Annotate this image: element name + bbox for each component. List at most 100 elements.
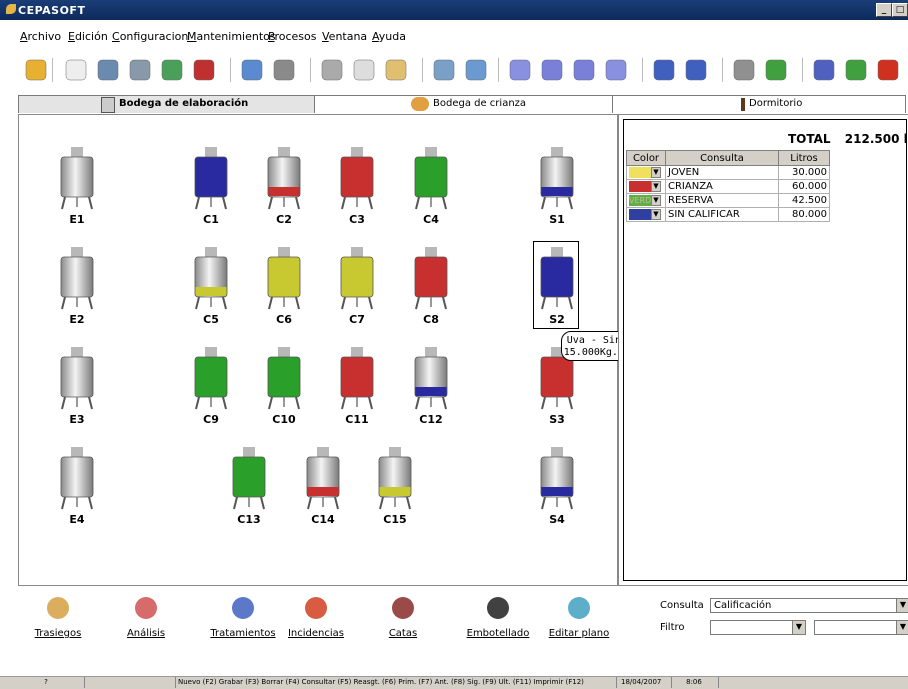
menu-configuracion[interactable]: Configuracion	[112, 30, 188, 43]
sync-icon[interactable]	[238, 56, 266, 84]
tools-icon[interactable]	[730, 56, 758, 84]
delete-icon[interactable]	[190, 56, 218, 84]
chevron-down-icon[interactable]: ▼	[651, 194, 661, 206]
tank-label: C14	[311, 513, 335, 526]
tank-c11[interactable]: C11	[337, 345, 397, 435]
summary-row[interactable]: VERD ▼ RESERVA 42.500	[626, 193, 830, 208]
chevron-down-icon[interactable]: ▼	[651, 166, 661, 178]
tank-c13[interactable]: C13	[229, 445, 289, 535]
tab-label: Bodega de elaboración	[119, 98, 249, 109]
summary-row[interactable]: ▼ CRIANZA 60.000	[626, 179, 830, 194]
tank-e3[interactable]: E3	[57, 345, 117, 435]
consulta-select[interactable]: Calificación	[710, 598, 896, 613]
tank-s2[interactable]: S2	[533, 241, 597, 335]
tank-label: C2	[276, 213, 292, 226]
color-cell[interactable]: VERD ▼	[626, 193, 666, 208]
trasiegos-button[interactable]: Trasiegos	[28, 590, 88, 642]
catas-button[interactable]: Catas	[378, 590, 428, 642]
color-cell[interactable]: ▼	[626, 165, 666, 180]
incidencias-button[interactable]: Incidencias	[286, 590, 346, 642]
chevron-down-icon[interactable]: ▼	[896, 620, 908, 635]
tank-c5[interactable]: C5	[191, 245, 251, 335]
tank-c15[interactable]: C15	[375, 445, 435, 535]
help-icon[interactable]	[810, 56, 838, 84]
prev-icon[interactable]	[538, 56, 566, 84]
last-icon[interactable]	[602, 56, 630, 84]
exit-door-icon[interactable]	[842, 56, 870, 84]
chevron-down-icon[interactable]: ▼	[651, 180, 661, 192]
tank-c4[interactable]: C4	[411, 145, 471, 235]
tank-c6[interactable]: C6	[264, 245, 324, 335]
menu-archivo[interactable]: Archivo	[20, 30, 61, 43]
action-label: Tratamientos	[210, 628, 276, 639]
chevron-down-icon[interactable]: ▼	[792, 620, 806, 635]
embotellado-button[interactable]: Embotellado	[458, 590, 538, 642]
tank-label: C13	[237, 513, 261, 526]
menu-ayuda[interactable]: Ayuda	[372, 30, 406, 43]
tab-dormitorio[interactable]: Dormitorio	[612, 95, 906, 113]
edit-icon[interactable]	[126, 56, 154, 84]
consulta-label: Consulta	[660, 600, 704, 611]
toolbar-separator	[802, 58, 803, 82]
tank-label: C7	[349, 313, 365, 326]
menu-mantenimientos[interactable]: Mantenimientos	[187, 30, 276, 43]
tank-e4[interactable]: E4	[57, 445, 117, 535]
an-lisis-button[interactable]: Análisis	[118, 590, 174, 642]
summary-row[interactable]: ▼ JOVEN 30.000	[626, 165, 830, 180]
print-icon[interactable]	[270, 56, 298, 84]
tank-e1[interactable]: E1	[57, 145, 117, 235]
form-icon[interactable]	[430, 56, 458, 84]
open-folder-icon[interactable]	[22, 56, 50, 84]
color-cell[interactable]: ▼	[626, 207, 666, 222]
filtro-select-2[interactable]	[814, 620, 896, 635]
tank-c3[interactable]: C3	[337, 145, 397, 235]
copy-icon[interactable]	[350, 56, 378, 84]
tank-c1[interactable]: C1	[191, 145, 251, 235]
paste-icon[interactable]	[382, 56, 410, 84]
tank-s4[interactable]: S4	[537, 445, 597, 535]
bottling-icon	[484, 594, 512, 622]
action-label: Trasiegos	[34, 628, 82, 639]
menu-procesos[interactable]: Procesos	[268, 30, 316, 43]
new-page-icon[interactable]	[62, 56, 90, 84]
col-color[interactable]: Color	[626, 150, 666, 166]
tank-c2[interactable]: C2	[264, 145, 324, 235]
cut-icon[interactable]	[318, 56, 346, 84]
chevron-down-icon[interactable]: ▼	[651, 208, 661, 220]
minimize-button[interactable]: _	[876, 3, 892, 17]
tank-c9[interactable]: C9	[191, 345, 251, 435]
sort-desc-icon[interactable]	[682, 56, 710, 84]
maximize-button[interactable]: □	[892, 3, 908, 17]
grid-icon[interactable]	[462, 56, 490, 84]
edit-plan-icon	[565, 594, 593, 622]
col-consulta[interactable]: Consulta	[665, 150, 779, 166]
color-cell[interactable]: ▼	[626, 179, 666, 194]
menu-ventana[interactable]: Ventana	[322, 30, 367, 43]
tank-c7[interactable]: C7	[337, 245, 397, 335]
power-icon[interactable]	[874, 56, 902, 84]
status-cell-2	[85, 677, 176, 688]
summary-row[interactable]: ▼ SIN CALIFICAR 80.000	[626, 207, 830, 222]
col-litros[interactable]: Litros	[778, 150, 830, 166]
search-icon[interactable]	[94, 56, 122, 84]
first-icon[interactable]	[506, 56, 534, 84]
tank-e2[interactable]: E2	[57, 245, 117, 335]
tank-c8[interactable]: C8	[411, 245, 471, 335]
tank-c14[interactable]: C14	[303, 445, 363, 535]
menu-edicion[interactable]: Edición	[68, 30, 108, 43]
tab-bodega-elaboracion[interactable]: Bodega de elaboración	[18, 95, 316, 113]
litros-cell: 80.000	[778, 207, 830, 222]
tratamientos-button[interactable]: Tratamientos	[198, 590, 288, 642]
refresh-icon[interactable]	[158, 56, 186, 84]
tank-c10[interactable]: C10	[264, 345, 324, 435]
menu-bar: Archivo Edición Configuracion Mantenimie…	[0, 28, 908, 46]
chevron-down-icon[interactable]: ▼	[896, 598, 908, 613]
tank-s1[interactable]: S1	[537, 145, 597, 235]
chart-icon[interactable]	[762, 56, 790, 84]
tab-bodega-crianza[interactable]: Bodega de crianza	[314, 95, 614, 113]
filtro-select[interactable]	[710, 620, 792, 635]
tank-c12[interactable]: C12	[411, 345, 471, 435]
editar-plano-button[interactable]: Editar plano	[544, 590, 614, 642]
sort-asc-icon[interactable]	[650, 56, 678, 84]
next-icon[interactable]	[570, 56, 598, 84]
